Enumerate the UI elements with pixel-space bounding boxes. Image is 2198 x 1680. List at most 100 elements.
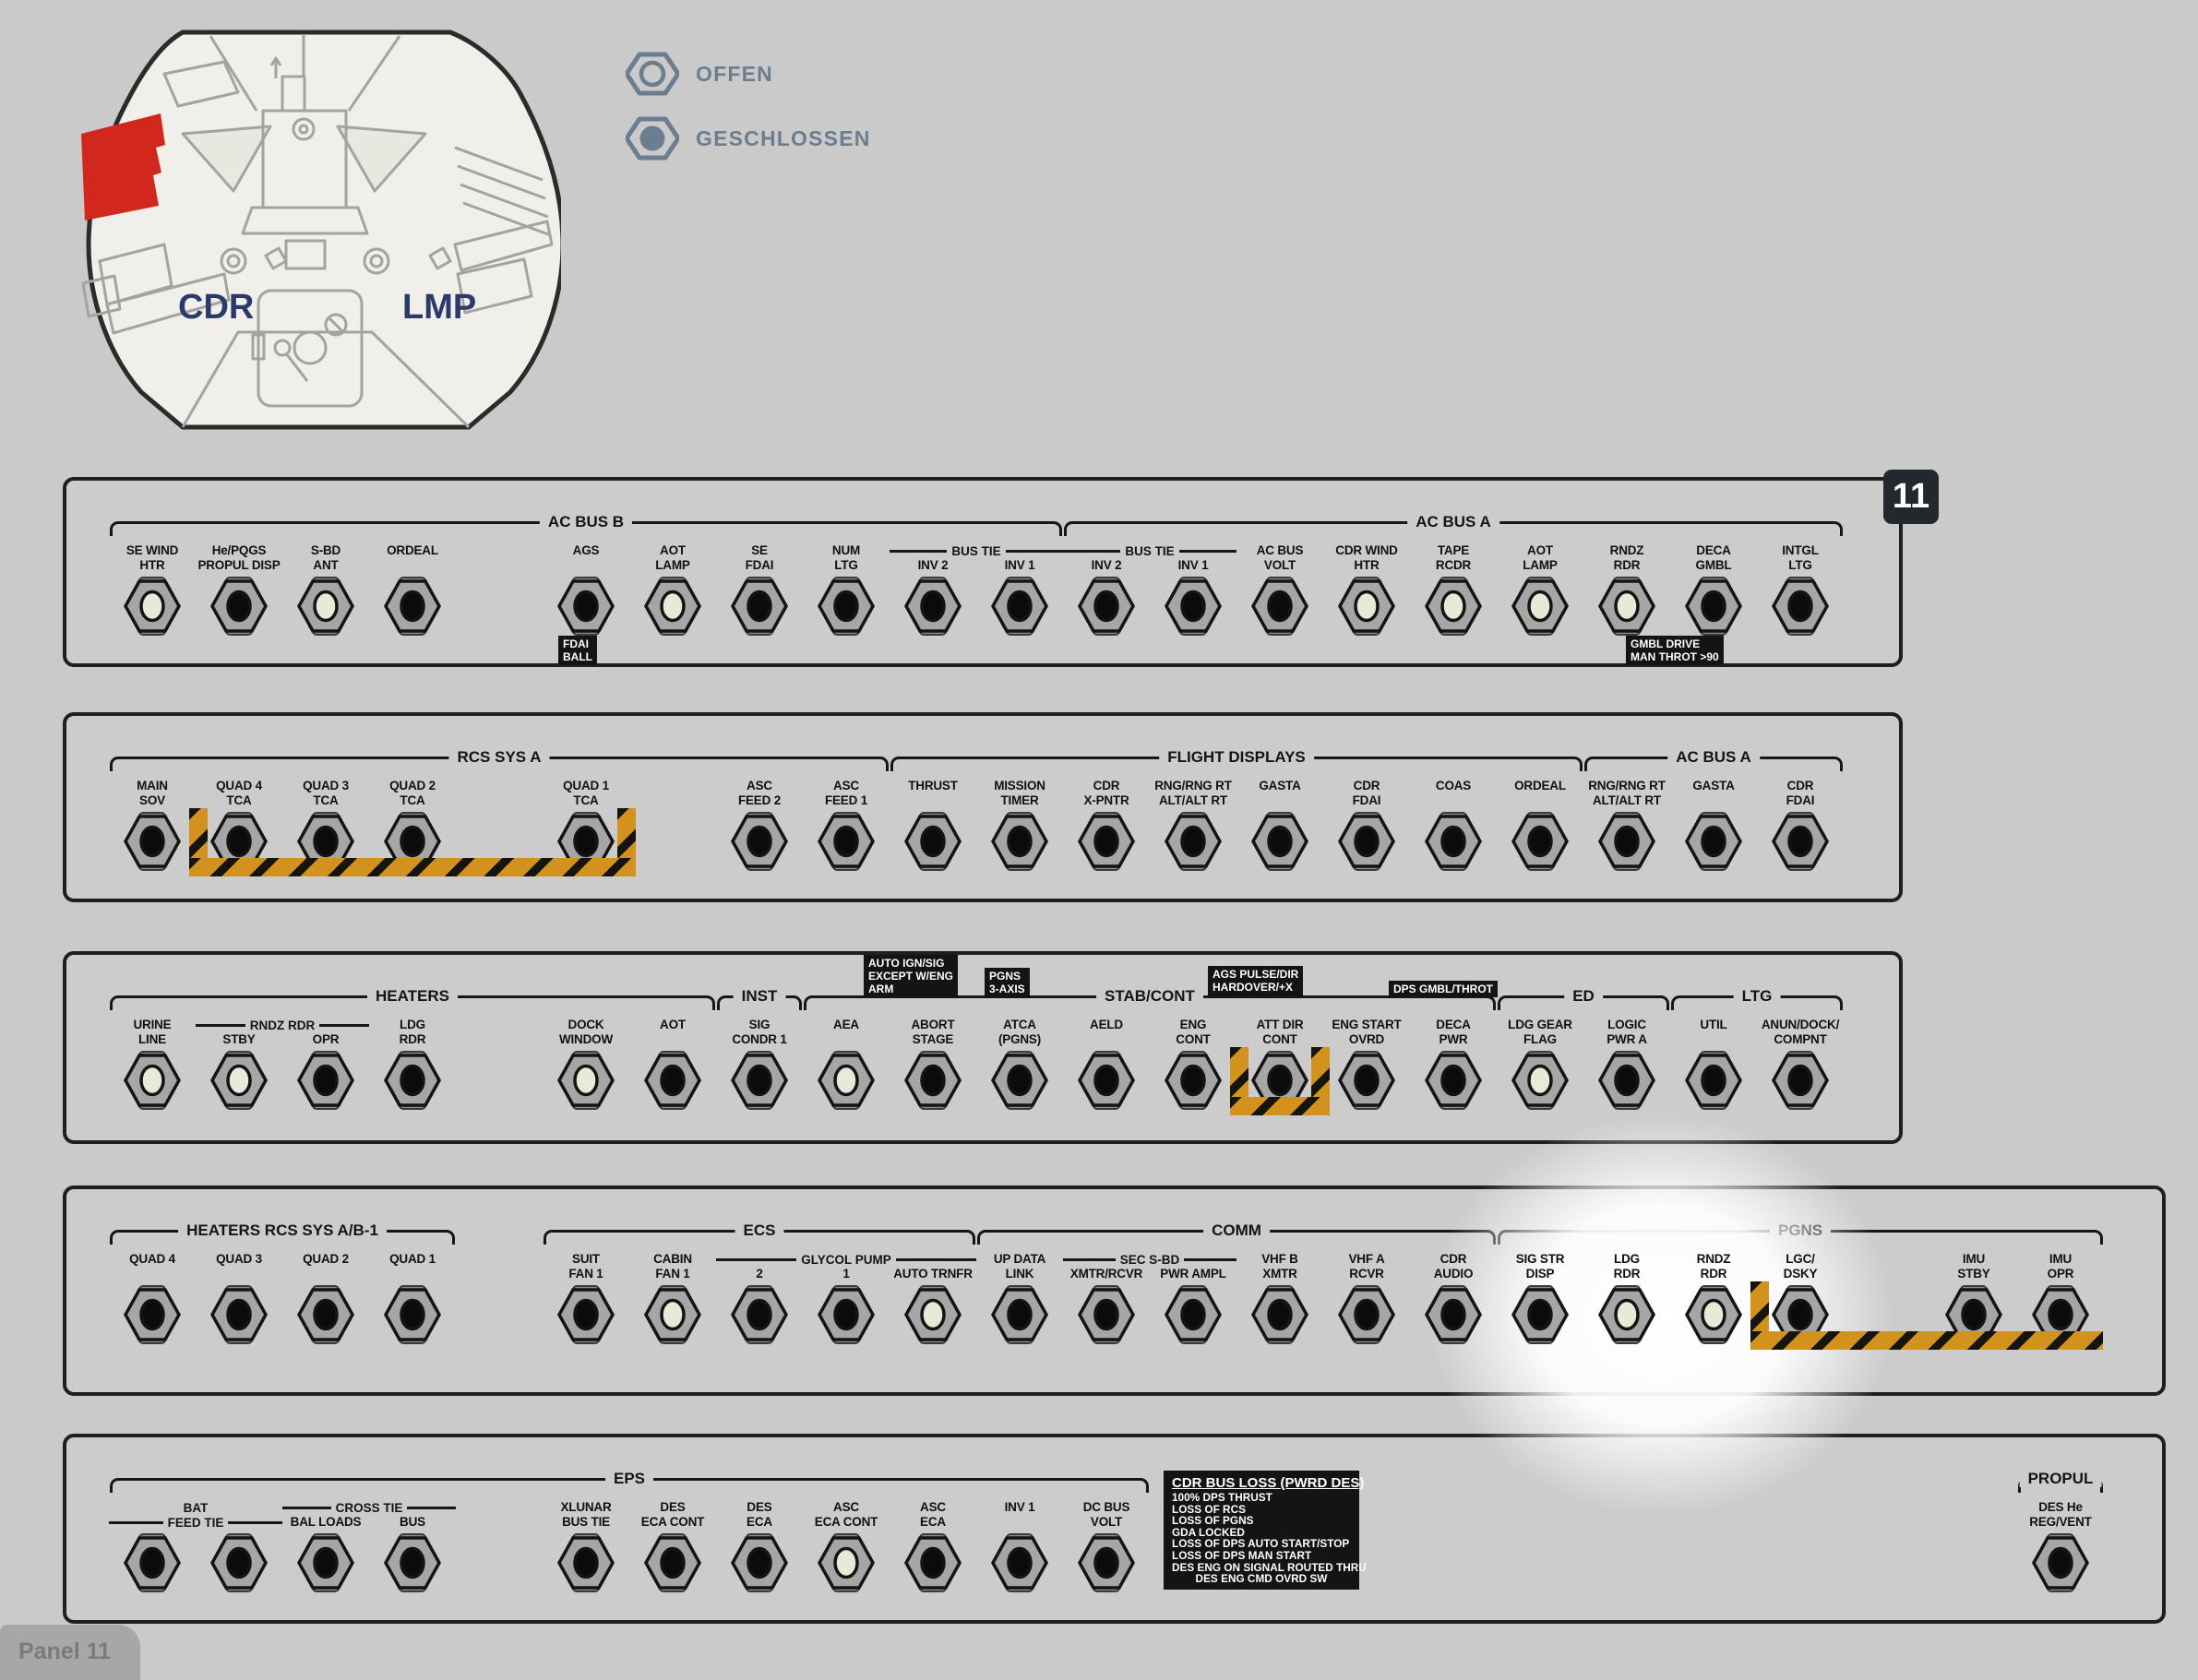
breaker-se-wind-htr[interactable]: SE WINDHTR (106, 543, 198, 636)
breaker-dock-window[interactable]: DOCKWINDOW (540, 1018, 632, 1110)
breaker-eng-cont[interactable]: ENGCONT (1147, 1018, 1239, 1110)
breaker-cdr-x-pntr[interactable]: CDRX-PNTR (1060, 779, 1153, 871)
breaker-asc-feed-2[interactable]: ASCFEED 2 (713, 779, 806, 871)
breaker-sec-s-bd-xmtr-rcvr[interactable]: XMTR/RCVR (1060, 1252, 1153, 1344)
breaker-glycol-pump-1[interactable]: 1 (800, 1252, 892, 1344)
breaker-cabin-fan-1[interactable]: CABINFAN 1 (627, 1252, 719, 1344)
breaker-asc-eca-cont[interactable]: ASCECA CONT (800, 1500, 892, 1592)
breaker-bat-feed-tie-b[interactable] (193, 1500, 285, 1592)
breaker-des-eca[interactable]: DESECA (713, 1500, 806, 1592)
breaker-vhf-b-xmtr[interactable]: VHF BXMTR (1234, 1252, 1326, 1344)
breaker-util[interactable]: UTIL (1667, 1018, 1760, 1110)
breaker-ac-bus-volt[interactable]: AC BUSVOLT (1234, 543, 1326, 636)
breaker-cross-tie-bus[interactable]: BUS (366, 1500, 459, 1592)
breaker-pgns-ldg-rdr[interactable]: LDGRDR (1581, 1252, 1673, 1344)
breaker-deca-gmbl[interactable]: DECAGMBL (1667, 543, 1760, 636)
breaker-des-he-reg-vent[interactable]: DES HeREG/VENT (2014, 1500, 2107, 1592)
breaker-imu-stby[interactable]: IMUSTBY (1928, 1252, 2020, 1344)
breaker-aot-lamp[interactable]: AOTLAMP (627, 543, 719, 636)
breaker-thrust[interactable]: THRUST (887, 779, 979, 871)
breaker-rng-rng-rt-alt-alt-rt-ac-bus-a[interactable]: RNG/RNG RTALT/ALT RT (1581, 779, 1673, 871)
breaker-heaters-rcs-quad-3[interactable]: QUAD 3 (193, 1252, 285, 1344)
breaker-imu-opr[interactable]: IMUOPR (2014, 1252, 2107, 1344)
breaker-des-eca-cont[interactable]: DESECA CONT (627, 1500, 719, 1592)
breaker-glycol-pump-2[interactable]: 2 (713, 1252, 806, 1344)
breaker-up-data-link[interactable]: UP DATALINK (974, 1252, 1066, 1344)
breaker-asc-feed-1[interactable]: ASCFEED 1 (800, 779, 892, 871)
breaker-hex-icon (627, 1051, 719, 1110)
breaker-aot-lamp-ac-bus-a[interactable]: AOTLAMP (1494, 543, 1586, 636)
breaker-se-fdai[interactable]: SEFDAI (713, 543, 806, 636)
breaker-label: GASTA (1231, 779, 1329, 810)
breaker-ordeal[interactable]: ORDEAL (1494, 779, 1586, 871)
breaker-ac-bus-a-bus-tie-inv-1[interactable]: INV 1 (1147, 543, 1239, 636)
breaker-quad-3-tca[interactable]: QUAD 3TCA (280, 779, 372, 871)
breaker-rndz-rdr[interactable]: RNDZRDR (1581, 543, 1673, 636)
breaker-gasta-ac-bus-a[interactable]: GASTA (1667, 779, 1760, 871)
breaker-cross-tie-bal-loads[interactable]: BAL LOADS (280, 1500, 372, 1592)
breaker-quad-2-tca[interactable]: QUAD 2TCA (366, 779, 459, 871)
breaker-aot[interactable]: AOT (627, 1018, 719, 1110)
breaker-hex-icon (1667, 812, 1760, 871)
breaker-mission-timer[interactable]: MISSIONTIMER (974, 779, 1066, 871)
breaker-hex-icon (2014, 1533, 2107, 1592)
breaker-deca-pwr[interactable]: DECAPWR (1407, 1018, 1499, 1110)
breaker-abort-stage[interactable]: ABORTSTAGE (887, 1018, 979, 1110)
breaker-gasta[interactable]: GASTA (1234, 779, 1326, 871)
breaker-label: SEFDAI (711, 543, 808, 575)
breaker-heaters-rcs-quad-1[interactable]: QUAD 1 (366, 1252, 459, 1344)
breaker-label: CDRFDAI (1751, 779, 1849, 810)
breaker-heaters-rcs-quad-2[interactable]: QUAD 2 (280, 1252, 372, 1344)
breaker-dc-bus-volt[interactable]: DC BUSVOLT (1060, 1500, 1153, 1592)
breaker-sig-condr-1[interactable]: SIGCONDR 1 (713, 1018, 806, 1110)
breaker-ac-bus-b-bus-tie-inv-2[interactable]: INV 2 (887, 543, 979, 636)
breaker-anun-dock-compnt[interactable]: ANUN/DOCK/COMPNT (1754, 1018, 1846, 1110)
breaker-rndz-rdr-stby[interactable]: STBY (193, 1018, 285, 1110)
breaker-coas[interactable]: COAS (1407, 779, 1499, 871)
breaker-hex-icon (540, 1533, 632, 1592)
breaker-main-sov[interactable]: MAINSOV (106, 779, 198, 871)
breaker-eng-start-ovrd[interactable]: ENG STARTOVRD (1320, 1018, 1413, 1110)
breaker-hex-icon (1667, 1285, 1760, 1344)
breaker-cdr-wind-htr[interactable]: CDR WINDHTR (1320, 543, 1413, 636)
breaker-label: LDGRDR (364, 1018, 461, 1049)
breaker-glycol-pump-auto-trnfr[interactable]: AUTO TRNFR (887, 1252, 979, 1344)
breaker-hex-icon (540, 1285, 632, 1344)
group-bracket-ecs: ECS (544, 1230, 975, 1245)
breaker-cdr-fdai-ac-bus-a[interactable]: CDRFDAI (1754, 779, 1846, 871)
breaker-ldg-rdr-heaters[interactable]: LDGRDR (366, 1018, 459, 1110)
breaker-ac-bus-b-bus-tie-inv-1[interactable]: INV 1 (974, 543, 1066, 636)
breaker-inv-1[interactable]: INV 1 (974, 1500, 1066, 1592)
breaker-vhf-a-rcvr[interactable]: VHF ARCVR (1320, 1252, 1413, 1344)
breaker-sig-str-disp[interactable]: SIG STRDISP (1494, 1252, 1586, 1344)
breaker-atca-pgns[interactable]: ATCA(PGNS) (974, 1018, 1066, 1110)
breaker-logic-pwr-a[interactable]: LOGICPWR A (1581, 1018, 1673, 1110)
breaker-label: UP DATALINK (971, 1252, 1069, 1283)
breaker-num-ltg[interactable]: NUMLTG (800, 543, 892, 636)
breaker-s-bd-ant[interactable]: S-BDANT (280, 543, 372, 636)
group-label: COMM (1203, 1222, 1270, 1239)
breaker-label: DES HeREG/VENT (2012, 1500, 2109, 1531)
breaker-suit-fan-1[interactable]: SUITFAN 1 (540, 1252, 632, 1344)
breaker-heaters-rcs-quad-4[interactable]: QUAD 4 (106, 1252, 198, 1344)
breaker-label: AOTLAMP (624, 543, 722, 575)
breaker-sec-s-bd-pwr-ampl[interactable]: PWR AMPL (1147, 1252, 1239, 1344)
breaker-asc-eca[interactable]: ASCECA (887, 1500, 979, 1592)
breaker-cdr-audio[interactable]: CDRAUDIO (1407, 1252, 1499, 1344)
breaker-rng-rng-rt-alt-alt-rt[interactable]: RNG/RNG RTALT/ALT RT (1147, 779, 1239, 871)
breaker-cdr-fdai[interactable]: CDRFDAI (1320, 779, 1413, 871)
breaker-ordeal[interactable]: ORDEAL (366, 543, 459, 636)
breaker-intgl-ltg[interactable]: INTGLLTG (1754, 543, 1846, 636)
breaker-he-pqgs-propul-disp[interactable]: He/PQGSPROPUL DISP (193, 543, 285, 636)
breaker-urine-line[interactable]: URINELINE (106, 1018, 198, 1110)
breaker-aeld[interactable]: AELD (1060, 1018, 1153, 1110)
breaker-aea[interactable]: AEA (800, 1018, 892, 1110)
breaker-xlunar-bus-tie[interactable]: XLUNARBUS TIE (540, 1500, 632, 1592)
breaker-ac-bus-a-bus-tie-inv-2[interactable]: INV 2 (1060, 543, 1153, 636)
breaker-pgns-rndz-rdr[interactable]: RNDZRDR (1667, 1252, 1760, 1344)
breaker-bat-feed-tie-a[interactable] (106, 1500, 198, 1592)
breaker-tape-rcdr[interactable]: TAPERCDR (1407, 543, 1499, 636)
breaker-rndz-rdr-opr[interactable]: OPR (280, 1018, 372, 1110)
breaker-ags[interactable]: AGS (540, 543, 632, 636)
breaker-ldg-gear-flag[interactable]: LDG GEARFLAG (1494, 1018, 1586, 1110)
